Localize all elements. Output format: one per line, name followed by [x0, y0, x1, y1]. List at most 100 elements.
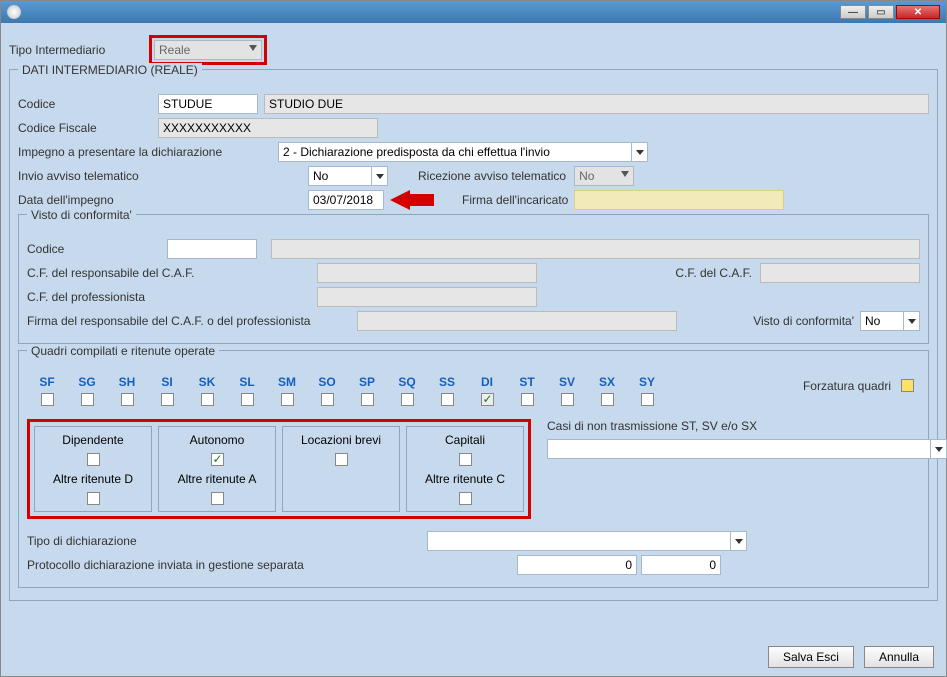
label-visto-conf-sel: Visto di conformita': [753, 314, 854, 328]
label-cf-resp-caf: C.F. del responsabile del C.A.F.: [27, 266, 287, 280]
group-box-2: Locazioni brevi: [282, 426, 400, 512]
display-codice-fiscale: XXXXXXXXXXX: [158, 118, 378, 138]
input-data-impegno[interactable]: 03/07/2018: [308, 190, 384, 210]
close-button[interactable]: ✕: [896, 5, 940, 19]
checkbox-quadro-sl[interactable]: [241, 393, 254, 406]
checkbox-altre-ritenute-a[interactable]: [211, 492, 224, 505]
checkbox-autonomo[interactable]: [211, 453, 224, 466]
checkbox-altre-ritenute-c[interactable]: [459, 492, 472, 505]
chevron-down-icon: [249, 45, 257, 51]
quadro-col-sp: SP: [347, 375, 387, 409]
select-ricezione-avviso[interactable]: No: [574, 166, 634, 186]
quadro-header: SF: [27, 375, 67, 393]
input-codice[interactable]: STUDUE: [158, 94, 258, 114]
checkbox-quadro-di[interactable]: [481, 393, 494, 406]
select-invio-avviso[interactable]: No: [308, 166, 388, 186]
checkbox-quadro-sv[interactable]: [561, 393, 574, 406]
checkbox-altre-ritenute-d[interactable]: [87, 492, 100, 505]
checkbox-quadro-sx[interactable]: [601, 393, 614, 406]
group-box-1: AutonomoAltre ritenute A: [158, 426, 276, 512]
quadro-header: SK: [187, 375, 227, 393]
quadro-header: SH: [107, 375, 147, 393]
footer-buttons: Salva Esci Annulla: [768, 646, 934, 668]
app-window: — ▭ ✕ Tipo Intermediario Reale DATI INTE…: [0, 0, 947, 677]
checkbox-quadro-so[interactable]: [321, 393, 334, 406]
highlight-tipo-intermediario: Reale: [149, 35, 267, 65]
label-codice-fiscale: Codice Fiscale: [18, 121, 158, 135]
checkbox-quadro-sf[interactable]: [41, 393, 54, 406]
display-cf-professionista: [317, 287, 537, 307]
label-tipo-dich: Tipo di dichiarazione: [27, 534, 327, 548]
input-visto-codice[interactable]: [167, 239, 257, 259]
fieldset-visto-conformita: Visto di conformita' Codice C.F. del res…: [18, 214, 929, 344]
checkbox-quadro-si[interactable]: [161, 393, 174, 406]
maximize-button[interactable]: ▭: [868, 5, 894, 19]
label-invio-avviso: Invio avviso telematico: [18, 169, 278, 183]
quadro-col-sh: SH: [107, 375, 147, 409]
select-impegno[interactable]: 2 - Dichiarazione predisposta da chi eff…: [278, 142, 648, 162]
select-visto-conformita[interactable]: No: [860, 311, 920, 331]
fieldset-title-visto: Visto di conformita': [27, 208, 136, 222]
cancel-button[interactable]: Annulla: [864, 646, 934, 668]
form-canvas: Tipo Intermediario Reale DATI INTERMEDIA…: [1, 23, 946, 676]
quadro-header: SV: [547, 375, 587, 393]
select-casi-non-trasmissione[interactable]: [547, 439, 947, 459]
quadro-col-sg: SG: [67, 375, 107, 409]
checkbox-quadro-sh[interactable]: [121, 393, 134, 406]
checkbox-quadro-sm[interactable]: [281, 393, 294, 406]
checkbox-forzatura-quadri[interactable]: [901, 379, 914, 392]
label-forzatura: Forzatura quadri: [803, 379, 891, 393]
quadro-col-ss: SS: [427, 375, 467, 409]
quadro-header: SQ: [387, 375, 427, 393]
group-label-bottom: Altre ritenute D: [53, 472, 133, 486]
label-firma-resp: Firma del responsabile del C.A.F. o del …: [27, 314, 357, 328]
quadro-header: SI: [147, 375, 187, 393]
titlebar: — ▭ ✕: [1, 1, 946, 23]
group-box-3: CapitaliAltre ritenute C: [406, 426, 524, 512]
fieldset-title-dati: DATI INTERMEDIARIO (REALE): [18, 63, 202, 77]
checkbox-dipendente[interactable]: [87, 453, 100, 466]
display-visto-desc: [271, 239, 920, 259]
chevron-down-icon: [930, 440, 946, 458]
quadro-header: SY: [627, 375, 667, 393]
input-protocollo-b[interactable]: 0: [641, 555, 721, 575]
save-exit-button[interactable]: Salva Esci: [768, 646, 854, 668]
group-label-top: Autonomo: [190, 433, 245, 447]
checkbox-quadro-st[interactable]: [521, 393, 534, 406]
quadro-header: SG: [67, 375, 107, 393]
display-firma-incaricato: [574, 190, 784, 210]
label-data-impegno: Data dell'impegno: [18, 193, 278, 207]
quadro-col-sx: SX: [587, 375, 627, 409]
input-protocollo-a[interactable]: 0: [517, 555, 637, 575]
highlight-groups: DipendenteAltre ritenute DAutonomoAltre …: [27, 419, 531, 519]
chevron-down-icon: [903, 312, 919, 330]
quadro-col-sq: SQ: [387, 375, 427, 409]
chevron-down-icon: [631, 143, 647, 161]
checkbox-quadro-sp[interactable]: [361, 393, 374, 406]
label-protocollo: Protocollo dichiarazione inviata in gest…: [27, 558, 387, 572]
quadro-col-di: DI: [467, 375, 507, 409]
display-codice-desc: STUDIO DUE: [264, 94, 929, 114]
fieldset-title-quadri: Quadri compilati e ritenute operate: [27, 344, 219, 358]
select-tipo-intermediario[interactable]: Reale: [154, 40, 262, 60]
label-cf-caf: C.F. del C.A.F.: [675, 266, 752, 280]
checkbox-quadro-ss[interactable]: [441, 393, 454, 406]
quadro-col-sl: SL: [227, 375, 267, 409]
label-codice: Codice: [18, 97, 158, 111]
quadro-header: SS: [427, 375, 467, 393]
group-label-top: Capitali: [445, 433, 485, 447]
quadro-col-so: SO: [307, 375, 347, 409]
label-impegno: Impegno a presentare la dichiarazione: [18, 145, 278, 159]
checkbox-capitali[interactable]: [459, 453, 472, 466]
select-tipo-dichiarazione[interactable]: [427, 531, 747, 551]
minimize-button[interactable]: —: [840, 5, 866, 19]
checkbox-quadro-sg[interactable]: [81, 393, 94, 406]
checkbox-locazioni-brevi[interactable]: [335, 453, 348, 466]
label-visto-codice: Codice: [27, 242, 167, 256]
checkbox-quadro-sy[interactable]: [641, 393, 654, 406]
checkbox-quadro-sq[interactable]: [401, 393, 414, 406]
chevron-down-icon: [621, 171, 629, 177]
checkbox-quadro-sk[interactable]: [201, 393, 214, 406]
arrow-stem: [410, 194, 434, 206]
arrow-indicator: [390, 190, 434, 210]
